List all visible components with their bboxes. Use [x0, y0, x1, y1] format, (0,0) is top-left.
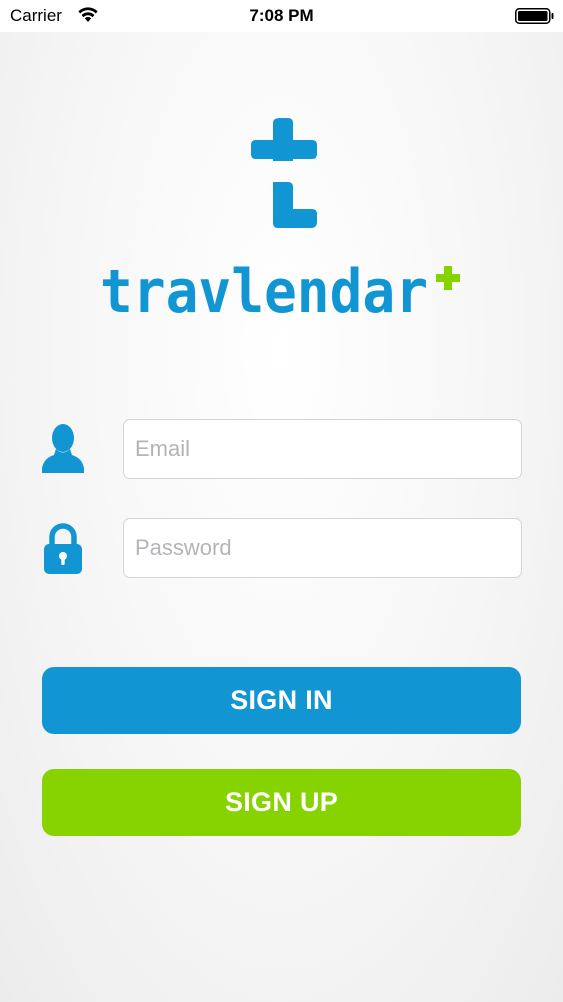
travlendar-wordmark: travlendar — [100, 258, 460, 318]
lock-icon — [44, 523, 82, 574]
battery-icon — [515, 8, 554, 24]
svg-text:travlendar: travlendar — [100, 258, 428, 318]
email-field[interactable] — [123, 419, 522, 479]
sign-in-button[interactable]: SIGN IN — [42, 667, 521, 734]
status-bar: Carrier 7:08 PM — [0, 0, 563, 32]
password-field[interactable] — [123, 518, 522, 578]
user-icon — [42, 424, 84, 473]
status-time: 7:08 PM — [249, 6, 314, 25]
sign-up-button[interactable]: SIGN UP — [42, 769, 521, 836]
travlendar-t-logo-icon — [251, 118, 317, 228]
login-screen: Carrier 7:08 PM travlendar Email SIGN IN… — [0, 0, 563, 1002]
